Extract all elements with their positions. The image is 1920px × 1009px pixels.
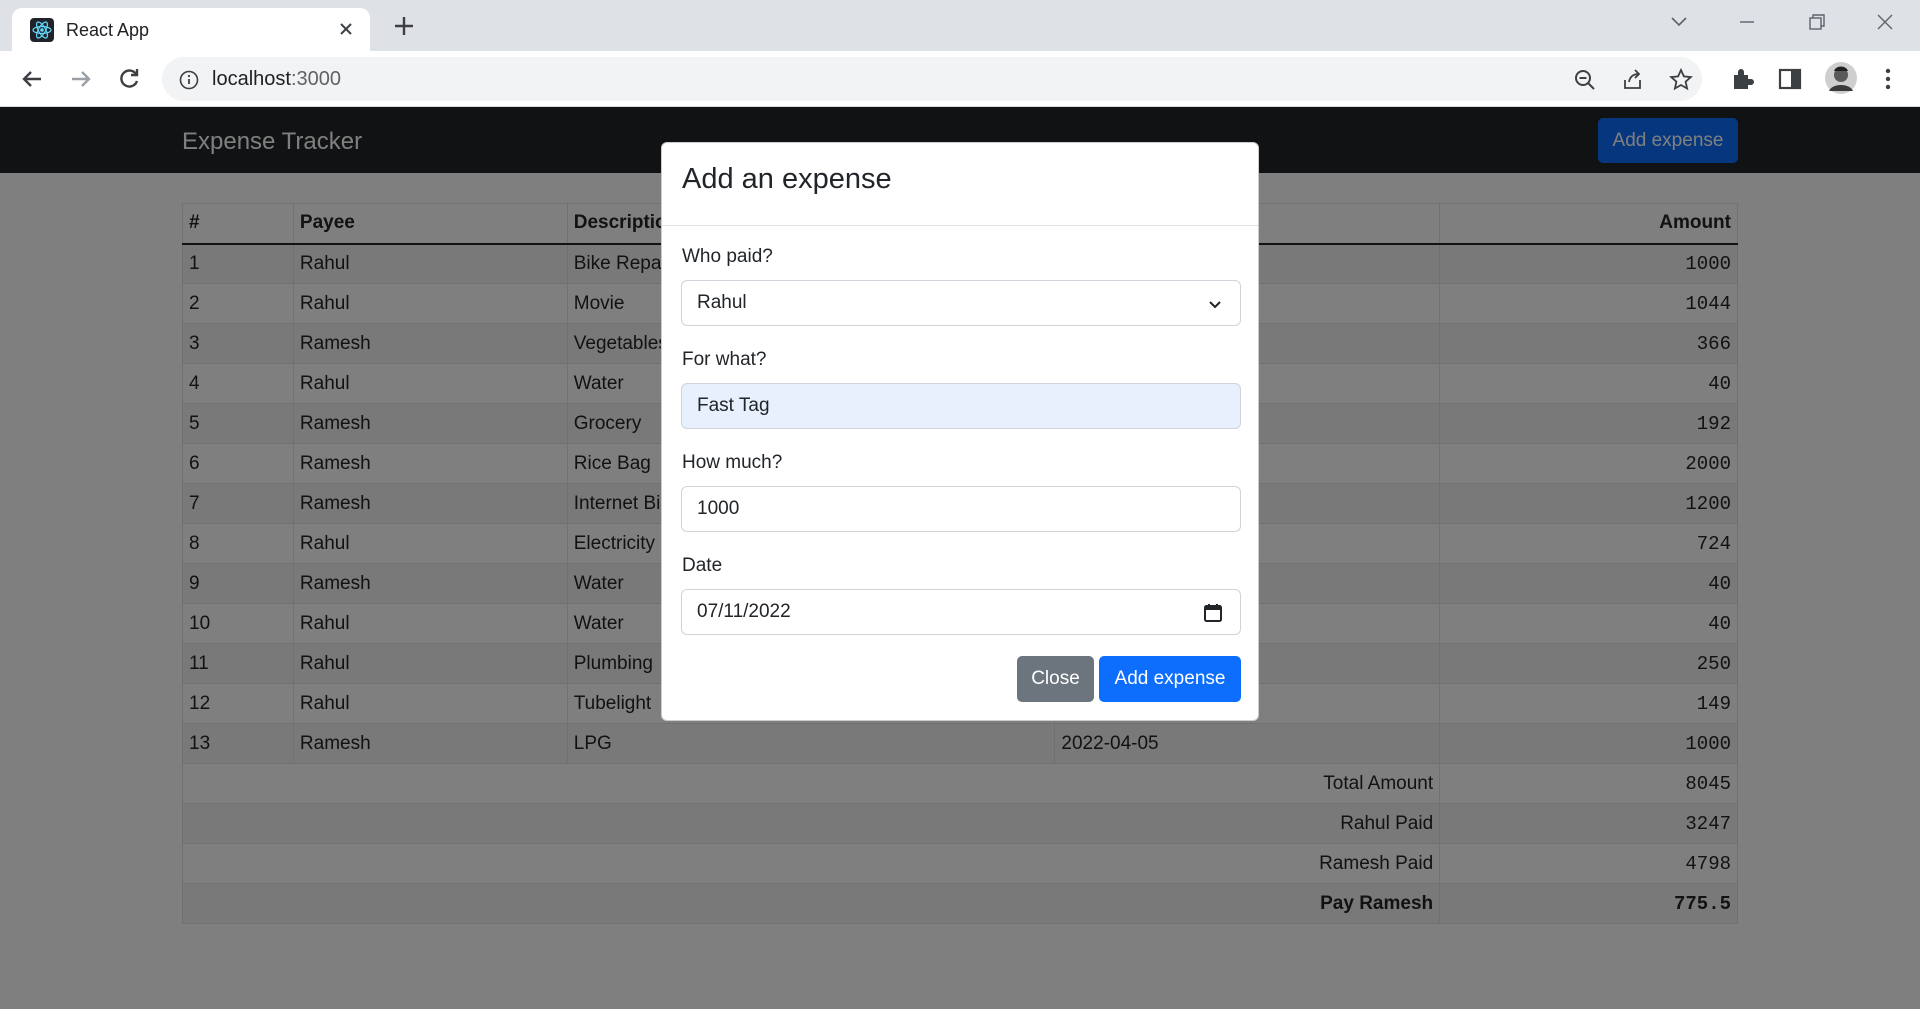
bookmark-star-icon[interactable]	[1668, 67, 1694, 93]
url-host: localhost	[212, 68, 291, 90]
share-icon[interactable]	[1620, 67, 1646, 93]
close-window-icon[interactable]	[1870, 10, 1900, 34]
add-expense-button[interactable]: Add expense	[1099, 656, 1241, 702]
address-bar[interactable]: localhost:3000	[162, 57, 1702, 101]
tab-react-app[interactable]: React App	[12, 8, 370, 51]
modal-header: Add an expense	[662, 143, 1258, 226]
restore-icon[interactable]	[1801, 10, 1831, 34]
who-paid-label: Who paid?	[682, 246, 773, 267]
add-expense-modal: Add an expense Who paid? Rahul For what?…	[661, 142, 1259, 721]
zoom-out-icon[interactable]	[1572, 67, 1598, 93]
date-label: Date	[682, 555, 723, 576]
chevron-down-icon	[1209, 301, 1221, 309]
for-what-input[interactable]: Fast Tag	[681, 383, 1241, 429]
who-paid-select[interactable]: Rahul	[681, 280, 1241, 326]
how-much-input[interactable]: 1000	[681, 486, 1241, 532]
side-panel-icon[interactable]	[1776, 65, 1804, 93]
for-what-value: Fast Tag	[697, 395, 770, 416]
how-much-value: 1000	[697, 498, 740, 519]
react-logo-icon	[30, 18, 54, 42]
browser-toolbar: localhost:3000	[0, 51, 1920, 107]
back-icon[interactable]	[17, 64, 47, 94]
url-port: :3000	[290, 68, 341, 90]
tab-strip: React App	[0, 0, 1920, 51]
minimize-icon[interactable]	[1732, 10, 1762, 34]
site-info-icon[interactable]	[178, 69, 200, 91]
date-input[interactable]: 07/11/2022	[681, 589, 1241, 635]
for-what-label: For what?	[682, 349, 767, 370]
new-tab-icon[interactable]	[390, 12, 418, 40]
close-tab-icon[interactable]	[334, 17, 358, 41]
profile-avatar[interactable]	[1824, 61, 1858, 95]
forward-icon[interactable]	[66, 64, 96, 94]
browser-chrome: React App localhost:3000	[0, 0, 1920, 107]
date-value: 07/11/2022	[697, 601, 791, 622]
who-paid-value: Rahul	[697, 292, 747, 313]
tab-search-icon[interactable]	[1664, 10, 1694, 34]
menu-kebab-icon[interactable]	[1874, 65, 1902, 93]
calendar-icon[interactable]	[1202, 602, 1224, 624]
tab-title: React App	[66, 20, 150, 40]
reload-icon[interactable]	[114, 64, 144, 94]
extensions-icon[interactable]	[1728, 65, 1756, 93]
how-much-label: How much?	[682, 452, 783, 473]
url-text: localhost:3000	[212, 68, 341, 91]
close-button[interactable]: Close	[1017, 656, 1094, 702]
modal-title: Add an expense	[682, 163, 892, 195]
